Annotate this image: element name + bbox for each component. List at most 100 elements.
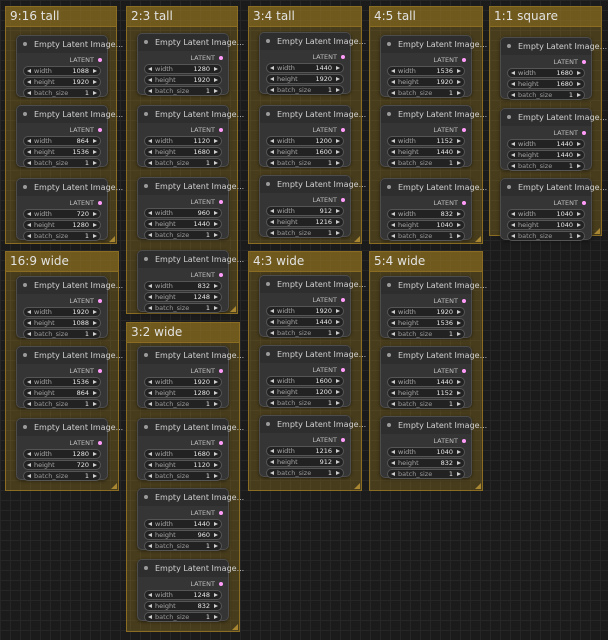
width-widget[interactable]: width 1440	[387, 377, 465, 387]
decrement-arrow-icon[interactable]	[27, 138, 31, 143]
increment-arrow-icon[interactable]	[336, 208, 340, 213]
empty-latent-image-node[interactable]: Empty Latent Image... LATENT width 912 heigh…	[259, 175, 366, 238]
latent-output-socket-icon[interactable]	[341, 198, 345, 202]
decrement-arrow-icon[interactable]	[511, 81, 515, 86]
latent-output-socket-icon[interactable]	[219, 441, 223, 445]
latent-output-socket-icon[interactable]	[341, 368, 345, 372]
collapse-dot-icon[interactable]	[144, 40, 148, 44]
increment-arrow-icon[interactable]	[214, 592, 218, 597]
width-widget[interactable]: width 1440	[144, 519, 222, 529]
height-widget[interactable]: height 720	[23, 460, 101, 470]
decrement-arrow-icon[interactable]	[391, 379, 395, 384]
decrement-arrow-icon[interactable]	[27, 211, 31, 216]
decrement-arrow-icon[interactable]	[148, 462, 152, 467]
decrement-arrow-icon[interactable]	[148, 138, 152, 143]
batch_size-widget[interactable]: batch_size 1	[23, 471, 101, 481]
group-resize-handle-icon[interactable]	[475, 236, 481, 242]
node-title-bar[interactable]: Empty Latent Image...	[501, 179, 607, 196]
increment-arrow-icon[interactable]	[93, 79, 97, 84]
node-graph-canvas[interactable]: 9:16 tall Empty Latent Image... LATENT widt…	[0, 0, 608, 640]
decrement-arrow-icon[interactable]	[148, 232, 152, 237]
collapse-dot-icon[interactable]	[507, 44, 511, 48]
width-widget[interactable]: width 1216	[266, 446, 344, 456]
decrement-arrow-icon[interactable]	[270, 87, 274, 92]
collapse-dot-icon[interactable]	[507, 115, 511, 119]
width-widget[interactable]: width 1536	[23, 377, 101, 387]
group-resize-handle-icon[interactable]	[109, 236, 115, 242]
height-widget[interactable]: height 1120	[144, 460, 222, 470]
increment-arrow-icon[interactable]	[214, 221, 218, 226]
increment-arrow-icon[interactable]	[336, 448, 340, 453]
batch_size-widget[interactable]: batch_size 1	[266, 85, 344, 95]
group-title[interactable]: 3:2 wide	[127, 323, 239, 343]
increment-arrow-icon[interactable]	[214, 138, 218, 143]
batch_size-widget[interactable]: batch_size 1	[387, 329, 465, 339]
decrement-arrow-icon[interactable]	[27, 451, 31, 456]
batch_size-widget[interactable]: batch_size 1	[23, 231, 101, 241]
increment-arrow-icon[interactable]	[214, 521, 218, 526]
decrement-arrow-icon[interactable]	[27, 233, 31, 238]
decrement-arrow-icon[interactable]	[148, 221, 152, 226]
group-2[interactable]: 3:4 tall Empty Latent Image... LATENT width…	[248, 6, 366, 244]
collapse-dot-icon[interactable]	[23, 185, 27, 189]
decrement-arrow-icon[interactable]	[270, 330, 274, 335]
decrement-arrow-icon[interactable]	[148, 379, 152, 384]
latent-output-socket-icon[interactable]	[582, 60, 586, 64]
increment-arrow-icon[interactable]	[214, 160, 218, 165]
increment-arrow-icon[interactable]	[214, 149, 218, 154]
increment-arrow-icon[interactable]	[577, 222, 581, 227]
increment-arrow-icon[interactable]	[214, 401, 218, 406]
height-widget[interactable]: height 864	[23, 388, 101, 398]
decrement-arrow-icon[interactable]	[270, 230, 274, 235]
collapse-dot-icon[interactable]	[23, 112, 27, 116]
batch_size-widget[interactable]: batch_size 1	[387, 88, 465, 98]
latent-output-socket-icon[interactable]	[98, 128, 102, 132]
increment-arrow-icon[interactable]	[577, 81, 581, 86]
height-widget[interactable]: height 1248	[144, 292, 222, 302]
increment-arrow-icon[interactable]	[214, 614, 218, 619]
height-widget[interactable]: height 1440	[387, 147, 465, 157]
latent-output-socket-icon[interactable]	[98, 441, 102, 445]
group-resize-handle-icon[interactable]	[354, 236, 360, 242]
decrement-arrow-icon[interactable]	[391, 149, 395, 154]
empty-latent-image-node[interactable]: Empty Latent Image... LATENT width 1600 heig…	[259, 345, 366, 408]
batch_size-widget[interactable]: batch_size 1	[144, 612, 222, 622]
decrement-arrow-icon[interactable]	[148, 160, 152, 165]
node-title-bar[interactable]: Empty Latent Image...	[138, 251, 244, 268]
decrement-arrow-icon[interactable]	[391, 68, 395, 73]
height-widget[interactable]: height 1200	[266, 387, 344, 397]
decrement-arrow-icon[interactable]	[270, 459, 274, 464]
empty-latent-image-node[interactable]: Empty Latent Image... LATENT width 1040 heig…	[380, 416, 487, 479]
empty-latent-image-node[interactable]: Empty Latent Image... LATENT width 1680 heig…	[137, 418, 244, 481]
height-widget[interactable]: height 1152	[387, 388, 465, 398]
decrement-arrow-icon[interactable]	[511, 233, 515, 238]
node-title-bar[interactable]: Empty Latent Image...	[138, 489, 244, 506]
decrement-arrow-icon[interactable]	[148, 603, 152, 608]
decrement-arrow-icon[interactable]	[270, 389, 274, 394]
increment-arrow-icon[interactable]	[457, 160, 461, 165]
increment-arrow-icon[interactable]	[93, 379, 97, 384]
width-widget[interactable]: width 1600	[266, 376, 344, 386]
decrement-arrow-icon[interactable]	[391, 222, 395, 227]
increment-arrow-icon[interactable]	[93, 68, 97, 73]
latent-output-socket-icon[interactable]	[341, 438, 345, 442]
increment-arrow-icon[interactable]	[214, 232, 218, 237]
decrement-arrow-icon[interactable]	[27, 462, 31, 467]
increment-arrow-icon[interactable]	[214, 305, 218, 310]
increment-arrow-icon[interactable]	[457, 68, 461, 73]
width-widget[interactable]: width 912	[266, 206, 344, 216]
group-title[interactable]: 1:1 square	[490, 7, 601, 27]
increment-arrow-icon[interactable]	[93, 211, 97, 216]
decrement-arrow-icon[interactable]	[270, 138, 274, 143]
height-widget[interactable]: height 1680	[507, 79, 585, 89]
height-widget[interactable]: height 1440	[507, 150, 585, 160]
empty-latent-image-node[interactable]: Empty Latent Image... LATENT width 1920 heig…	[380, 276, 487, 339]
decrement-arrow-icon[interactable]	[511, 141, 515, 146]
group-resize-handle-icon[interactable]	[230, 306, 236, 312]
node-title-bar[interactable]: Empty Latent Image...	[381, 347, 487, 364]
decrement-arrow-icon[interactable]	[511, 92, 515, 97]
collapse-dot-icon[interactable]	[144, 566, 148, 570]
batch_size-widget[interactable]: batch_size 1	[144, 471, 222, 481]
increment-arrow-icon[interactable]	[457, 449, 461, 454]
decrement-arrow-icon[interactable]	[511, 152, 515, 157]
